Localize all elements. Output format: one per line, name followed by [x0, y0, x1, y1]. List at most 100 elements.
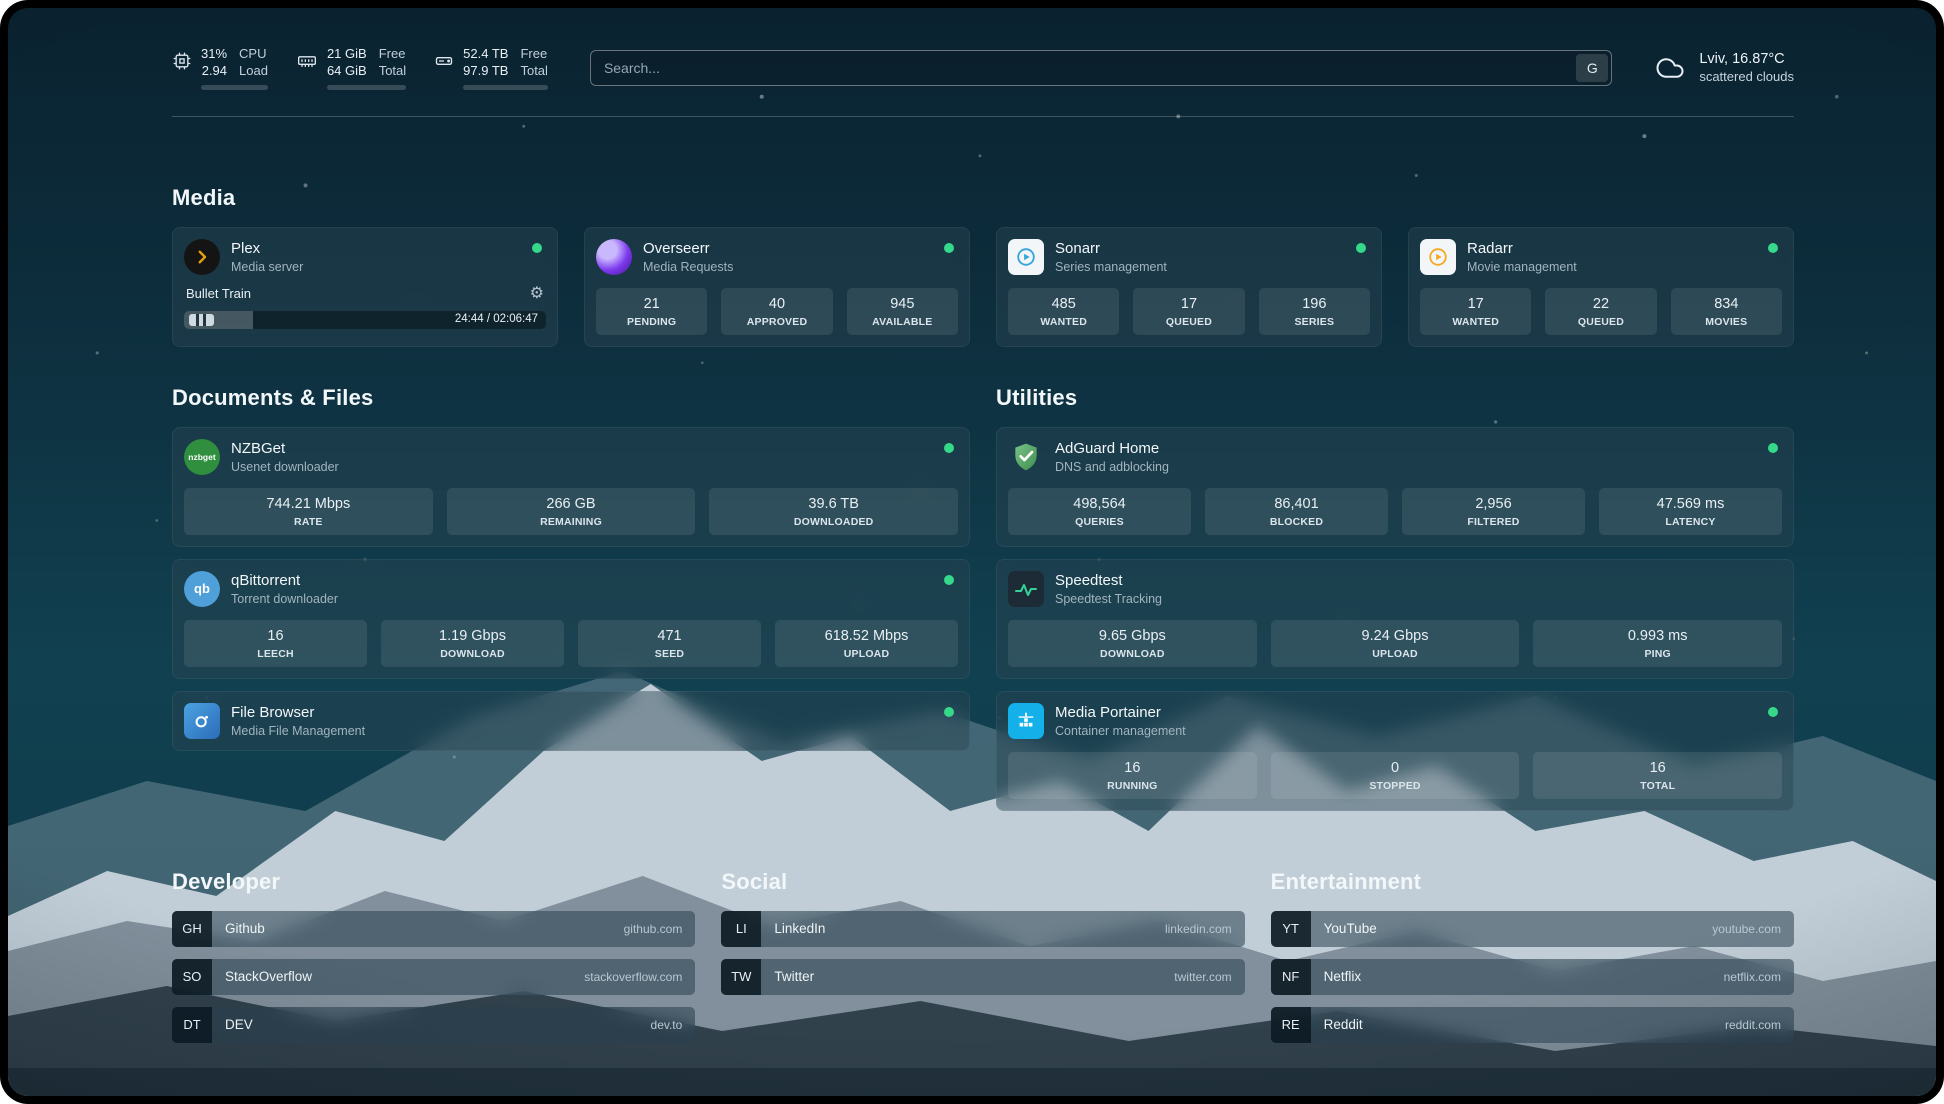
- service-name: Overseerr: [643, 240, 733, 257]
- service-card-plex: Plex Media server Bullet Train ⚙: [172, 227, 558, 347]
- cpu-label-bottom: Load: [239, 63, 268, 80]
- service-title-block: Radarr Movie management: [1467, 240, 1577, 274]
- stat-label: DOWNLOAD: [385, 648, 560, 660]
- memory-widget: 21 GiB Free 64 GiB Total: [296, 46, 406, 90]
- bookmark-twitter[interactable]: TW Twitter twitter.com: [721, 959, 1244, 995]
- service-link-overseerr[interactable]: Overseerr Media Requests: [596, 239, 958, 275]
- bookmark-groups: Developer GH Github github.com SO StackO…: [172, 869, 1794, 1043]
- service-link-plex[interactable]: Plex Media server: [184, 239, 546, 275]
- search-bar: G: [590, 50, 1612, 86]
- service-link-sonarr[interactable]: Sonarr Series management: [1008, 239, 1370, 275]
- stat-value: 21: [600, 296, 703, 312]
- service-link-adguard[interactable]: AdGuard Home DNS and adblocking: [1008, 439, 1782, 475]
- service-card-radarr: Radarr Movie management 17 WANTED 22: [1408, 227, 1794, 347]
- service-link-nzbget[interactable]: nzbget NZBGet Usenet downloader: [184, 439, 958, 475]
- portainer-icon: [1008, 703, 1044, 739]
- stat-box: 744.21 Mbps RATE: [184, 488, 433, 535]
- bookmark-stackoverflow[interactable]: SO StackOverflow stackoverflow.com: [172, 959, 695, 995]
- service-title-block: Sonarr Series management: [1055, 240, 1167, 274]
- service-stats: 744.21 Mbps RATE 266 GB REMAINING 39.6 T…: [184, 488, 958, 535]
- bookmark-dev[interactable]: DT DEV dev.to: [172, 1007, 695, 1043]
- stat-label: QUEUED: [1549, 316, 1652, 328]
- nzbget-icon: nzbget: [184, 439, 220, 475]
- stat-value: 17: [1424, 296, 1527, 312]
- stat-value: 618.52 Mbps: [779, 628, 954, 644]
- section-title-social: Social: [721, 869, 1244, 895]
- bookmark-url: netflix.com: [1724, 970, 1781, 984]
- stat-label: AVAILABLE: [851, 316, 954, 328]
- stat-label: APPROVED: [725, 316, 828, 328]
- stat-value: 945: [851, 296, 954, 312]
- stat-label: SERIES: [1263, 316, 1366, 328]
- service-link-speedtest[interactable]: Speedtest Speedtest Tracking: [1008, 571, 1782, 607]
- stat-box: 9.24 Gbps UPLOAD: [1271, 620, 1520, 667]
- stat-value: 266 GB: [451, 496, 692, 512]
- status-dot-online: [944, 707, 954, 717]
- service-name: Plex: [231, 240, 303, 257]
- bookmark-abbr: TW: [721, 959, 761, 995]
- stat-label: RUNNING: [1012, 780, 1253, 792]
- settings-gear-icon[interactable]: ⚙: [530, 286, 544, 302]
- memory-total: 64 GiB: [327, 63, 367, 80]
- stat-box: 0 STOPPED: [1271, 752, 1520, 799]
- service-description: Media File Management: [231, 724, 365, 738]
- disk-readout: 52.4 TB Free 97.9 TB Total: [463, 46, 548, 90]
- bookmark-abbr: LI: [721, 911, 761, 947]
- service-card-sonarr: Sonarr Series management 485 WANTED 17: [996, 227, 1382, 347]
- service-card-speedtest: Speedtest Speedtest Tracking 9.65 Gbps D…: [996, 559, 1794, 679]
- service-description: Speedtest Tracking: [1055, 592, 1162, 606]
- memory-icon: [296, 51, 318, 71]
- service-name: AdGuard Home: [1055, 440, 1169, 457]
- bookmark-abbr: YT: [1271, 911, 1311, 947]
- service-description: Series management: [1055, 260, 1167, 274]
- service-name: Radarr: [1467, 240, 1577, 257]
- stat-value: 17: [1137, 296, 1240, 312]
- bookmark-name: Github: [225, 921, 265, 936]
- disk-label-bottom: Total: [520, 63, 547, 80]
- bookmark-url: linkedin.com: [1165, 922, 1232, 936]
- section-documents: Documents & Files nzbget NZBGet Usenet d…: [172, 385, 970, 751]
- cpu-widget: 31% CPU 2.94 Load: [172, 46, 268, 90]
- plex-icon: [184, 239, 220, 275]
- bookmark-group-developer: Developer GH Github github.com SO StackO…: [172, 869, 695, 1043]
- weather-condition: scattered clouds: [1699, 69, 1794, 84]
- stat-box: 47.569 ms LATENCY: [1599, 488, 1782, 535]
- stat-box: 266 GB REMAINING: [447, 488, 696, 535]
- service-link-filebrowser[interactable]: File Browser Media File Management: [184, 703, 958, 739]
- stat-value: 86,401: [1209, 496, 1384, 512]
- status-dot-online: [532, 243, 542, 253]
- stat-box: 16 RUNNING: [1008, 752, 1257, 799]
- stat-label: LATENCY: [1603, 516, 1778, 528]
- bookmark-group-social: Social LI LinkedIn linkedin.com TW Twitt…: [721, 869, 1244, 1043]
- search-input[interactable]: [590, 50, 1612, 86]
- stat-value: 498,564: [1012, 496, 1187, 512]
- disk-progress-bar: [463, 85, 548, 90]
- bookmark-abbr: DT: [172, 1007, 212, 1043]
- bookmark-youtube[interactable]: YT YouTube youtube.com: [1271, 911, 1794, 947]
- service-title-block: Speedtest Speedtest Tracking: [1055, 572, 1162, 606]
- service-stats: 9.65 Gbps DOWNLOAD 9.24 Gbps UPLOAD 0.99…: [1008, 620, 1782, 667]
- stat-label: UPLOAD: [1275, 648, 1516, 660]
- stat-label: MOVIES: [1675, 316, 1778, 328]
- service-card-qbittorrent: qb qBittorrent Torrent downloader 16 LEE…: [172, 559, 970, 679]
- adguard-icon: [1008, 439, 1044, 475]
- bookmark-netflix[interactable]: NF Netflix netflix.com: [1271, 959, 1794, 995]
- status-dot-online: [1768, 243, 1778, 253]
- search-provider-button[interactable]: G: [1576, 54, 1608, 82]
- bookmark-abbr: SO: [172, 959, 212, 995]
- cloud-icon: [1652, 53, 1688, 83]
- service-link-radarr[interactable]: Radarr Movie management: [1420, 239, 1782, 275]
- section-title-media: Media: [172, 185, 1794, 211]
- stat-label: FILTERED: [1406, 516, 1581, 528]
- bookmark-linkedin[interactable]: LI LinkedIn linkedin.com: [721, 911, 1244, 947]
- stat-value: 0.993 ms: [1537, 628, 1778, 644]
- service-link-qbittorrent[interactable]: qb qBittorrent Torrent downloader: [184, 571, 958, 607]
- stat-value: 834: [1675, 296, 1778, 312]
- service-description: Usenet downloader: [231, 460, 339, 474]
- service-stats: 485 WANTED 17 QUEUED 196 SERIES: [1008, 288, 1370, 335]
- bookmark-reddit[interactable]: RE Reddit reddit.com: [1271, 1007, 1794, 1043]
- bookmark-name: Netflix: [1324, 969, 1362, 984]
- bookmark-github[interactable]: GH Github github.com: [172, 911, 695, 947]
- service-link-portainer[interactable]: Media Portainer Container management: [1008, 703, 1782, 739]
- filebrowser-icon: [184, 703, 220, 739]
